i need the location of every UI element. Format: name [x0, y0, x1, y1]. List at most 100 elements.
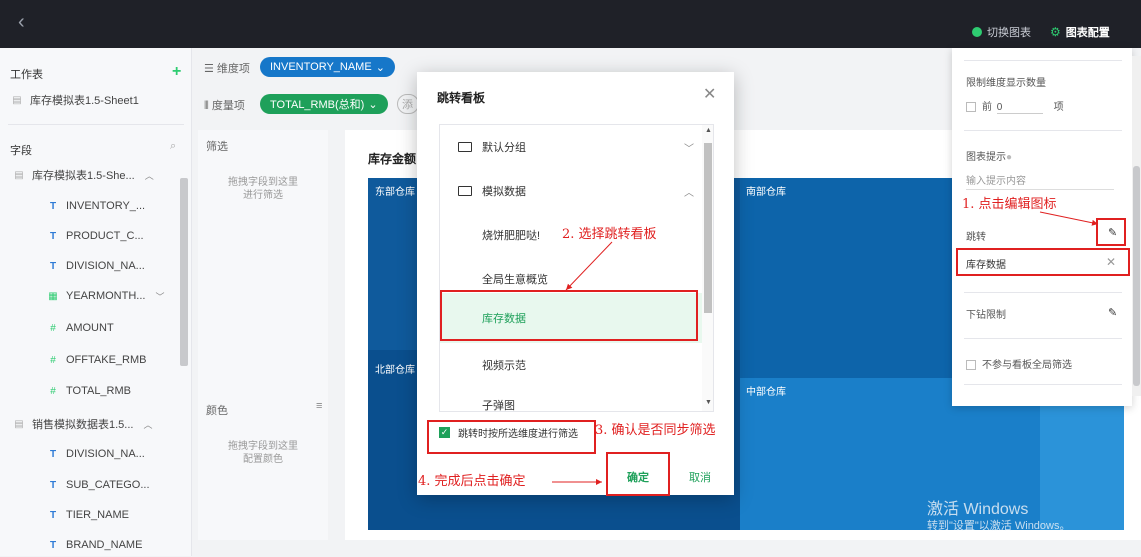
board-list: 默认分组 ﹀ 模拟数据 ︿ 烧饼肥肥哒! 全局生意概览 库存数据 视频示范 子弹…	[439, 124, 714, 412]
chevron-down-icon[interactable]: ﹀	[155, 290, 164, 303]
chart-config-button[interactable]: ⚙ 图表配置	[1050, 24, 1110, 40]
field-name: DIVISION_NA...	[66, 260, 145, 272]
color-hint-line2: 配置颜色	[243, 454, 283, 465]
chevron-down-icon: ⌄	[375, 61, 385, 74]
tile-label: 南部仓库	[746, 187, 786, 198]
gear-icon: ⚙	[1050, 25, 1061, 39]
top-label: 前	[982, 102, 992, 113]
text-type-icon: T	[49, 539, 57, 551]
color-hint: 拖拽字段到这里 配置颜色	[198, 440, 328, 466]
switch-chart-button[interactable]: 切换图表	[972, 24, 1031, 40]
worksheet-label: 工作表	[10, 69, 43, 81]
annotation-step1: 1. 点击编辑图标	[962, 197, 1057, 212]
dimension-pill[interactable]: INVENTORY_NAME ⌄	[260, 57, 395, 77]
board-item[interactable]: 子弹图	[440, 383, 702, 412]
chevron-down-icon: ⌄	[368, 98, 378, 111]
chevron-up-icon[interactable]: ︿	[145, 169, 154, 182]
filter-label: 筛选	[206, 141, 228, 153]
sheet-icon: ▤	[12, 94, 22, 106]
tile-label: 中部仓库	[746, 387, 786, 398]
text-type-icon: T	[49, 260, 57, 272]
table-icon: ▤	[14, 169, 24, 181]
number-type-icon: #	[50, 354, 56, 366]
field-group-1[interactable]: ▤ 库存模拟表1.5-She... ︿	[12, 163, 192, 187]
left-panel: 工作表 + ▤ 库存模拟表1.5-Sheet1 字段 ⌕ ▤ 库存模拟表1.5-…	[0, 48, 192, 556]
tile-label: 北部仓库	[375, 365, 415, 376]
sync-filter-checkbox[interactable]: ✓	[439, 427, 450, 438]
scroll-up-icon[interactable]: ▲	[705, 127, 712, 134]
close-icon[interactable]: ✕	[1106, 255, 1116, 269]
sheet-item[interactable]: ▤ 库存模拟表1.5-Sheet1	[10, 88, 190, 112]
table-icon: ▤	[14, 418, 24, 430]
switch-chart-icon	[972, 27, 982, 37]
divider	[964, 292, 1122, 293]
field-name: DIVISION_NA...	[66, 448, 145, 460]
tooltip-input[interactable]: 输入提示内容	[966, 168, 1114, 190]
scroll-down-icon[interactable]: ▼	[705, 399, 712, 406]
board-list-scrollbar[interactable]: ▲ ▼	[702, 125, 713, 411]
jump-target-row[interactable]: 库存数据 ✕	[958, 250, 1128, 276]
add-measure-button[interactable]: 添	[397, 94, 419, 114]
field-name: SUB_CATEGO...	[66, 479, 150, 491]
search-icon[interactable]: ⌕	[170, 140, 176, 153]
filter-hint-line2: 进行筛选	[243, 190, 283, 201]
jump-label: 跳转	[966, 232, 986, 243]
field-name: PRODUCT_C...	[66, 230, 144, 242]
measure-pill[interactable]: TOTAL_RMB(总和) ⌄	[260, 94, 388, 114]
folder-label: 默认分组	[482, 142, 526, 154]
board-item[interactable]: 视频示范	[440, 343, 702, 387]
watermark-line1: 激活 Windows	[927, 501, 1029, 518]
chevron-up-icon[interactable]: ︿	[143, 418, 152, 431]
color-label: 颜色	[206, 405, 228, 417]
chevron-down-icon: ﹀	[684, 143, 694, 155]
folder-item[interactable]: 默认分组 ﹀	[440, 125, 702, 169]
sync-filter-row[interactable]: ✓ 跳转时按所选维度进行筛选	[439, 425, 578, 440]
top-n-input[interactable]: 0	[996, 102, 1043, 114]
limit-label: 限制维度显示数量	[966, 78, 1046, 89]
text-type-icon: T	[49, 448, 57, 460]
fields-scrollbar[interactable]	[180, 178, 188, 366]
measure-label: ⦀ 度量项	[204, 100, 245, 112]
board-label: 子弹图	[482, 400, 515, 412]
field-group-2[interactable]: ▤ 销售模拟数据表1.5... ︿	[12, 412, 192, 436]
switch-chart-label: 切换图表	[987, 27, 1031, 39]
field-name: TIER_NAME	[66, 509, 129, 521]
chart-title: 库存金额	[368, 152, 417, 166]
tooltip-label: 图表提示●	[966, 152, 1013, 163]
ok-button[interactable]: 确定	[613, 459, 663, 495]
board-label: 视频示范	[482, 360, 526, 372]
back-icon[interactable]: ‹	[18, 12, 25, 32]
edit-pencil-icon[interactable]: ✎	[1108, 226, 1117, 239]
text-type-icon: T	[49, 479, 57, 491]
global-filter-checkbox[interactable]	[966, 360, 976, 371]
tile-label: 东部仓库	[375, 187, 415, 198]
edit-pencil-icon[interactable]: ✎	[1108, 306, 1117, 319]
divider	[964, 130, 1122, 131]
add-worksheet-icon[interactable]: +	[172, 63, 181, 81]
close-icon[interactable]: ✕	[703, 84, 716, 104]
fields-label: 字段	[10, 145, 32, 157]
dimension-value: INVENTORY_NAME	[270, 61, 372, 73]
folder-item[interactable]: 模拟数据 ︿	[440, 169, 702, 213]
add-measure-label: 添	[402, 99, 413, 111]
cancel-button[interactable]: 取消	[675, 459, 725, 495]
color-hint-line1: 拖拽字段到这里	[228, 441, 298, 452]
top-bar: ‹ 切换图表 ⚙ 图表配置	[0, 0, 1141, 48]
annotation-step4: 4. 完成后点击确定	[418, 474, 526, 489]
board-item-selected[interactable]: 库存数据	[440, 293, 702, 343]
field-name: AMOUNT	[66, 322, 114, 334]
board-label: 烧饼肥肥哒!	[482, 230, 541, 242]
config-scrollbar[interactable]	[1132, 56, 1141, 396]
drill-label: 下钻限制	[966, 310, 1006, 321]
dimension-label: ☰ 维度项	[204, 63, 250, 75]
top-n-checkbox[interactable]	[966, 102, 976, 113]
text-type-icon: T	[49, 230, 57, 242]
folder-icon	[458, 186, 472, 196]
list-icon[interactable]: ≡	[316, 400, 322, 412]
filter-hint-line1: 拖拽字段到这里	[228, 177, 298, 188]
info-icon: ●	[1006, 152, 1013, 163]
dialog-title: 跳转看板	[437, 91, 486, 105]
field-name: OFFTAKE_RMB	[66, 354, 147, 366]
global-filter-label: 不参与看板全局筛选	[982, 360, 1072, 371]
field-name: TOTAL_RMB	[66, 385, 131, 397]
